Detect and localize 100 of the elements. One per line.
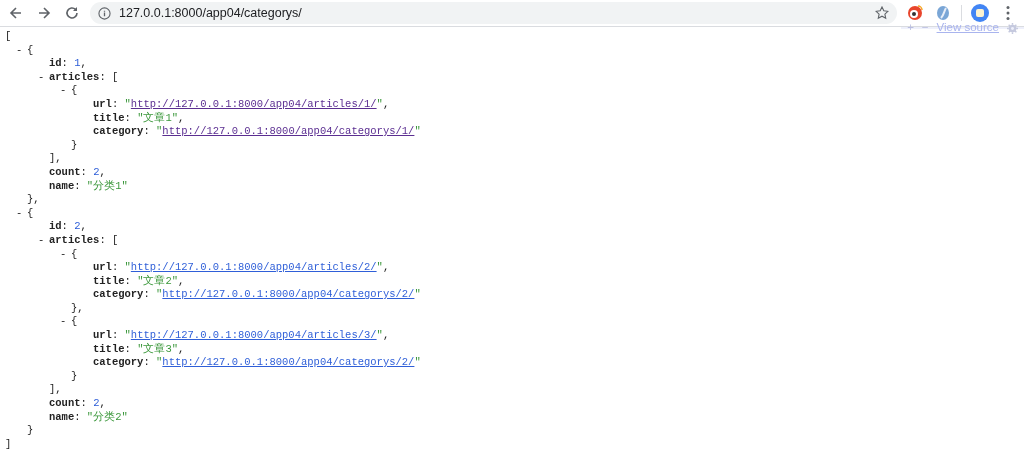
info-icon[interactable] <box>98 6 111 20</box>
open-bracket: [ <box>5 30 12 42</box>
comma: , <box>178 274 185 287</box>
string-value: "文章1" <box>137 111 179 124</box>
comma: , <box>99 397 106 410</box>
comma: , <box>99 165 106 178</box>
colon: : <box>143 356 150 369</box>
comma: , <box>178 111 185 124</box>
eye-extension-icon[interactable] <box>905 3 925 23</box>
collapse-toggle[interactable]: - <box>16 206 27 221</box>
colon: : <box>74 410 81 423</box>
profile-avatar-icon[interactable] <box>970 3 990 23</box>
url-link[interactable]: http://127.0.0.1:8000/app04/categorys/2/ <box>162 288 415 301</box>
json-key: name <box>49 179 75 192</box>
quote: " <box>414 356 421 369</box>
close-bracket: ], <box>49 383 62 396</box>
json-key: count <box>49 165 81 178</box>
string-value: "文章2" <box>137 274 179 287</box>
url-link[interactable]: http://127.0.0.1:8000/app04/articles/1/ <box>130 97 377 110</box>
json-key: name <box>49 410 75 423</box>
comma: , <box>80 220 87 233</box>
colon: : <box>99 233 106 246</box>
colon: : <box>124 274 131 287</box>
number-value: 2 <box>93 397 100 410</box>
comma: , <box>178 342 185 355</box>
json-key: url <box>93 97 112 110</box>
collapse-toggle[interactable]: - <box>16 43 27 58</box>
json-key: category <box>93 125 144 138</box>
json-key: id <box>49 220 62 233</box>
colon: : <box>99 70 106 83</box>
colon: : <box>61 57 68 70</box>
collapse-toggle[interactable]: - <box>60 247 71 262</box>
string-value: "分类2" <box>86 410 128 423</box>
open-bracket: { <box>27 206 34 219</box>
url-link[interactable]: http://127.0.0.1:8000/app04/categorys/1/ <box>162 125 415 138</box>
open-bracket: { <box>71 315 78 328</box>
colon: : <box>124 111 131 124</box>
colon: : <box>111 97 119 110</box>
json-key: title <box>93 111 125 124</box>
collapse-toggle[interactable]: - <box>60 84 71 98</box>
collapse-toggle[interactable]: - <box>38 70 49 85</box>
colon: : <box>111 261 119 274</box>
colon: : <box>74 179 81 192</box>
number-value: 1 <box>74 57 81 70</box>
quote: " <box>124 97 131 110</box>
json-key: url <box>93 329 112 342</box>
json-key: articles <box>49 70 100 83</box>
close-bracket: } <box>71 369 78 382</box>
open-bracket: { <box>71 84 78 97</box>
json-key: count <box>49 397 81 410</box>
number-value: 2 <box>74 220 81 233</box>
quote: " <box>376 261 383 274</box>
quote: " <box>156 356 163 369</box>
url-link[interactable]: http://127.0.0.1:8000/app04/articles/3/ <box>130 329 377 342</box>
quote: " <box>414 125 421 138</box>
star-icon[interactable] <box>875 6 889 20</box>
comma: , <box>80 57 87 70</box>
colon: : <box>61 220 68 233</box>
close-bracket: } <box>71 138 78 151</box>
quote: " <box>414 288 421 301</box>
close-bracket: }, <box>71 301 84 314</box>
url-link[interactable]: http://127.0.0.1:8000/app04/articles/2/ <box>130 261 377 274</box>
json-key: id <box>49 57 62 70</box>
collapse-toggle[interactable]: - <box>60 315 71 330</box>
quote: " <box>376 97 383 110</box>
close-bracket: ] <box>5 437 12 450</box>
close-bracket: }, <box>27 193 40 206</box>
colon: : <box>80 165 87 178</box>
quote: " <box>376 329 383 342</box>
json-key: category <box>93 288 144 301</box>
address-bar[interactable]: 127.0.0.1:8000/app04/categorys/ <box>90 2 897 24</box>
open-bracket: { <box>27 43 34 56</box>
open-bracket: { <box>71 247 78 260</box>
json-key: url <box>93 261 112 274</box>
quote: " <box>124 329 131 342</box>
json-key: title <box>93 274 125 287</box>
json-key: articles <box>49 233 100 246</box>
quote: " <box>156 288 163 301</box>
collapse-toggle[interactable]: - <box>38 233 49 248</box>
quote: " <box>156 125 163 138</box>
colon: : <box>124 342 131 355</box>
json-key: category <box>93 356 144 369</box>
open-bracket: [ <box>112 233 119 246</box>
colon: : <box>143 125 150 138</box>
comma: , <box>382 97 390 110</box>
json-key: title <box>93 342 125 355</box>
colon: : <box>143 288 150 301</box>
open-bracket: [ <box>112 70 119 83</box>
comma: , <box>382 329 390 342</box>
close-bracket: } <box>27 424 34 437</box>
comma: , <box>382 261 390 274</box>
number-value: 2 <box>93 165 100 178</box>
quote: " <box>124 261 131 274</box>
url-link[interactable]: http://127.0.0.1:8000/app04/categorys/2/ <box>162 356 415 369</box>
colon: : <box>111 329 119 342</box>
colon: : <box>80 397 87 410</box>
url-input[interactable]: 127.0.0.1:8000/app04/categorys/ <box>119 3 867 23</box>
close-bracket: ], <box>49 152 62 165</box>
string-value: "文章3" <box>137 342 179 355</box>
string-value: "分类1" <box>86 179 128 192</box>
